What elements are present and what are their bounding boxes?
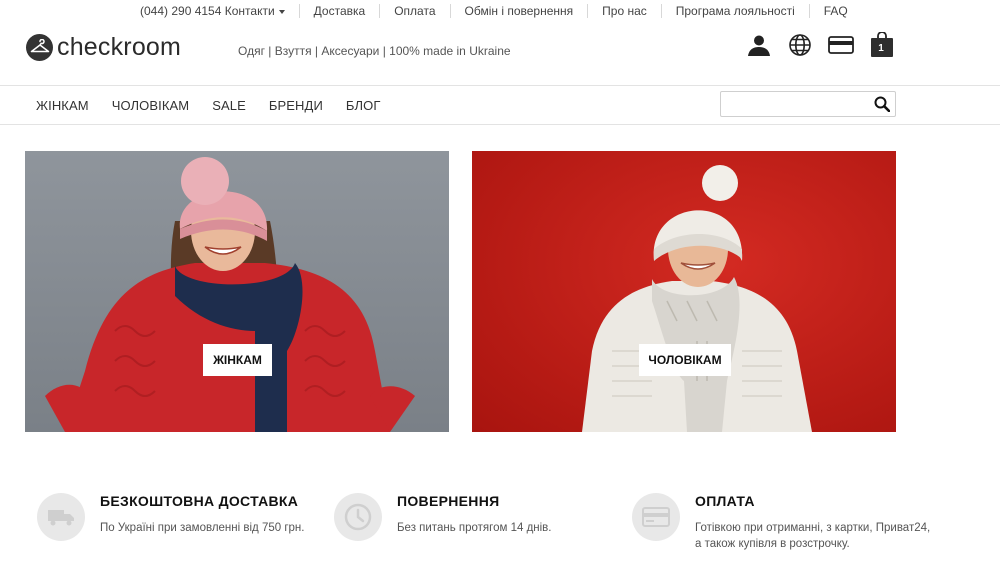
feature-title: ОПЛАТА	[695, 493, 755, 509]
nav-item-sale[interactable]: SALE	[212, 98, 246, 113]
contacts-dropdown[interactable]: (044) 290 4154 Контакти	[130, 4, 300, 18]
men-banner-image	[582, 165, 812, 432]
men-banner-button[interactable]: ЧОЛОВІКАМ	[639, 344, 731, 376]
search-box	[720, 91, 896, 117]
nav-item-brands[interactable]: БРЕНДИ	[269, 98, 323, 113]
feature-text: По Україні при замовленні від 750 грн.	[100, 522, 305, 534]
women-banner-image	[45, 157, 415, 432]
top-bar: (044) 290 4154 Контакти Доставка Оплата …	[0, 0, 1000, 24]
top-link-payment[interactable]: Оплата	[380, 4, 451, 18]
header-icons: 1	[746, 32, 910, 58]
nav-item-blog[interactable]: БЛОГ	[346, 98, 381, 113]
search-icon[interactable]	[874, 96, 891, 113]
globe-icon[interactable]	[787, 32, 813, 58]
shopping-bag-icon[interactable]: 1	[869, 32, 895, 58]
nav-item-men[interactable]: ЧОЛОВІКАМ	[112, 98, 190, 113]
card-icon[interactable]	[828, 32, 854, 58]
women-banner[interactable]: ЖІНКАМ	[25, 151, 449, 432]
truck-icon	[37, 493, 85, 541]
top-link-faq[interactable]: FAQ	[810, 4, 862, 18]
women-banner-button[interactable]: ЖІНКАМ	[203, 344, 272, 376]
clock-icon	[334, 493, 382, 541]
search-input[interactable]	[721, 92, 866, 116]
nav-menu: ЖІНКАМ ЧОЛОВІКАМ SALE БРЕНДИ БЛОГ	[36, 98, 404, 113]
card-icon	[632, 493, 680, 541]
feature-text: Готівкою при отриманні, з картки, Приват…	[695, 522, 931, 550]
cart-count: 1	[878, 43, 884, 54]
contacts-label: Контакти	[224, 4, 275, 18]
caret-down-icon	[278, 9, 285, 14]
main-nav: ЖІНКАМ ЧОЛОВІКАМ SALE БРЕНДИ БЛОГ	[0, 85, 1000, 125]
hanger-icon	[26, 33, 53, 61]
top-link-loyalty[interactable]: Програма лояльності	[662, 4, 810, 18]
user-icon[interactable]	[746, 32, 772, 58]
top-links: (044) 290 4154 Контакти Доставка Оплата …	[130, 4, 862, 18]
logo[interactable]: checkroom	[26, 33, 181, 61]
tagline: Одяг | Взуття | Аксесуари | 100% made in…	[238, 44, 511, 58]
phone-number: (044) 290 4154	[140, 4, 222, 18]
top-link-delivery[interactable]: Доставка	[300, 4, 381, 18]
top-link-exchange-return[interactable]: Обмін і повернення	[451, 4, 589, 18]
top-link-about[interactable]: Про нас	[588, 4, 662, 18]
logo-text: checkroom	[57, 33, 182, 61]
feature-title: БЕЗКОШТОВНА ДОСТАВКА	[100, 493, 299, 509]
men-banner[interactable]: ЧОЛОВІКАМ	[472, 151, 896, 432]
feature-text: Без питань протягом 14 днів.	[397, 522, 552, 534]
feature-title: ПОВЕРНЕННЯ	[397, 493, 500, 509]
nav-item-women[interactable]: ЖІНКАМ	[36, 98, 89, 113]
